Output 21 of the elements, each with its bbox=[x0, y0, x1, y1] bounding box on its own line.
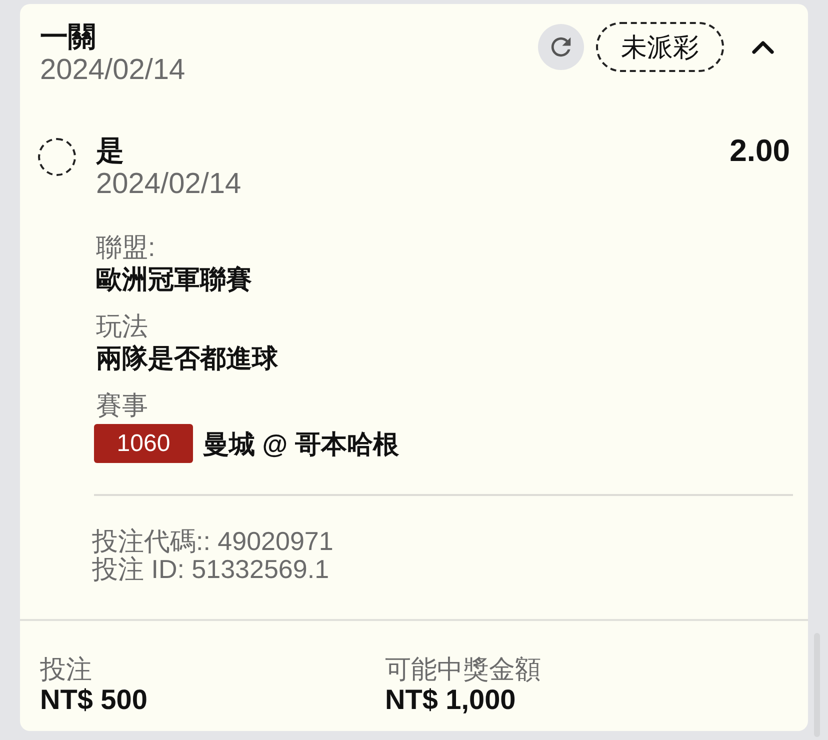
field-label: 賽事 bbox=[96, 389, 148, 421]
odds-value: 2.00 bbox=[730, 134, 790, 168]
field-value: 兩隊是否都進球 bbox=[96, 342, 278, 374]
summary-amount: NT$ 500 bbox=[40, 685, 148, 715]
match-name: 曼城 @ 哥本哈根 bbox=[203, 428, 399, 460]
status-tag: 未派彩 bbox=[596, 22, 724, 72]
event-code-badge: 1060 bbox=[94, 424, 193, 463]
refresh-icon[interactable] bbox=[538, 24, 584, 70]
bet-type-title: 一關 bbox=[40, 20, 96, 54]
caret-icon[interactable] bbox=[751, 38, 775, 56]
field-label: 玩法 bbox=[96, 310, 148, 342]
match-date: 2024/02/14 bbox=[96, 168, 242, 200]
summary-amount: NT$ 1,000 bbox=[385, 685, 516, 715]
field-value: 歐洲冠軍聯賽 bbox=[96, 263, 252, 295]
field-label: 聯盟: bbox=[96, 231, 156, 263]
bet-reference: 投注代碼:: 49020971 bbox=[92, 527, 334, 555]
bet-reference: 投注 ID: 51332569.1 bbox=[92, 555, 330, 583]
selection-name: 是 bbox=[96, 134, 124, 168]
bet-date: 2024/02/14 bbox=[40, 54, 186, 86]
summary-label: 可能中獎金額 bbox=[385, 653, 541, 685]
summary-label: 投注 bbox=[40, 653, 92, 685]
